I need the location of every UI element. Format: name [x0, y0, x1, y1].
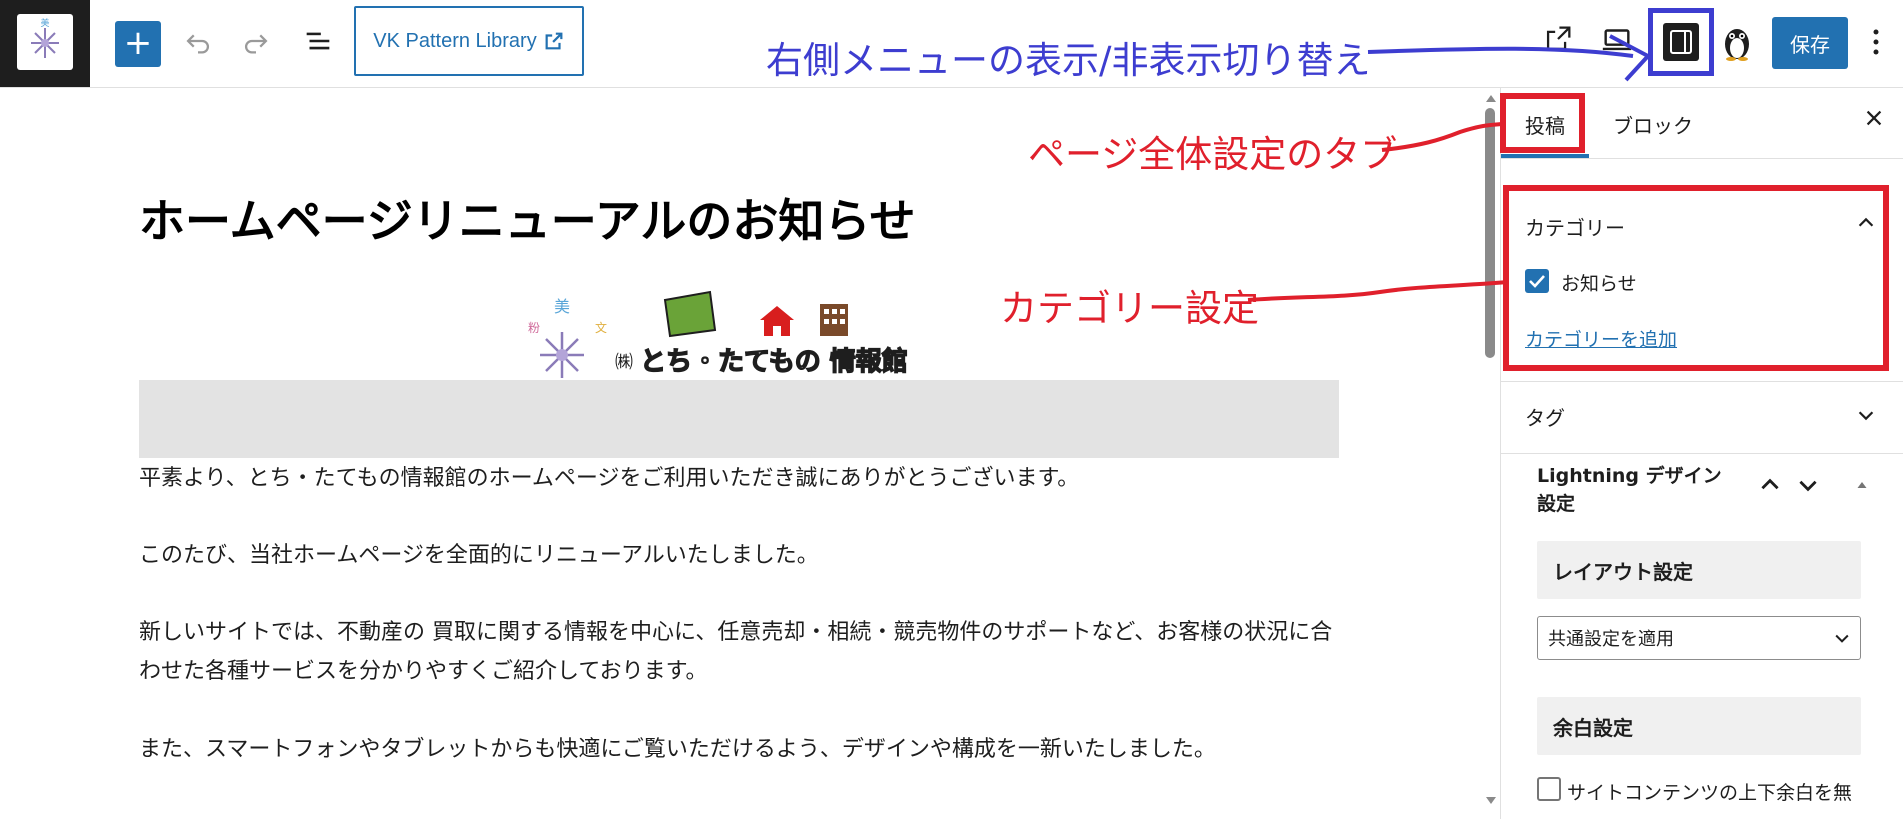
close-icon: [1866, 110, 1882, 126]
vk-pattern-library-button[interactable]: VK Pattern Library: [354, 6, 584, 76]
vertical-ellipsis-icon: [1873, 29, 1879, 55]
list-view-icon: [306, 32, 330, 50]
layout-settings-heading-text: レイアウト設定: [1553, 559, 1693, 584]
chevron-down-icon[interactable]: [1855, 404, 1877, 426]
view-post-button[interactable]: [1538, 22, 1578, 62]
category-annotation: カテゴリー設定: [1000, 287, 1259, 330]
tab-block[interactable]: ブロック: [1613, 110, 1693, 139]
empty-image-block[interactable]: [139, 380, 1339, 458]
category-highlight-box: [1503, 185, 1889, 371]
chevron-down-icon: [1835, 634, 1849, 643]
layout-select[interactable]: 共通設定を適用: [1537, 616, 1861, 660]
svg-text:美: 美: [40, 17, 49, 29]
tags-panel-title[interactable]: タグ: [1525, 402, 1565, 431]
vk-pattern-library-label: VK Pattern Library: [373, 29, 537, 52]
panel-divider: [1501, 453, 1903, 454]
move-down-icon[interactable]: [1795, 472, 1821, 498]
panel-divider: [1501, 381, 1903, 382]
undo-icon: [186, 34, 209, 54]
sidebar-toggle-button[interactable]: [1648, 8, 1714, 76]
sidebar-toggle-annotation: 右側メニューの表示/非表示切り替え: [766, 39, 1371, 82]
svg-text:美: 美: [554, 297, 570, 316]
company-logo-text: とち・たてもの 情報館: [640, 346, 908, 377]
move-up-icon[interactable]: [1757, 472, 1783, 498]
desktop-preview-icon: [1602, 29, 1632, 51]
layout-select-value: 共通設定を適用: [1548, 629, 1674, 650]
margin-disable-checkbox[interactable]: [1537, 777, 1561, 801]
post-title[interactable]: ホームページリニューアルのお知らせ: [139, 185, 915, 251]
layout-settings-heading: レイアウト設定: [1537, 541, 1861, 599]
redo-icon: [245, 34, 268, 54]
site-logo-icon: 美: [17, 14, 73, 70]
redo-button[interactable]: [236, 24, 276, 64]
paragraph-block-1[interactable]: 平素より、とち・たてもの情報館のホームページをご利用いただき誠にありがとうござい…: [139, 459, 1339, 498]
site-icon-button[interactable]: 美: [0, 0, 90, 87]
editor-scrollbar-thumb[interactable]: [1485, 108, 1495, 358]
post-tab-annotation: ページ全体設定のタブ: [1028, 133, 1398, 176]
margin-settings-heading: 余白設定: [1537, 697, 1861, 755]
options-button[interactable]: [1864, 22, 1888, 62]
active-tab-indicator: [1501, 154, 1589, 158]
undo-button[interactable]: [178, 24, 218, 64]
save-button-label: 保存: [1790, 32, 1830, 57]
collapse-triangle-icon[interactable]: [1853, 476, 1871, 494]
paragraph-block-4[interactable]: また、スマートフォンやタブレットからも快適にご覧いただけるよう、デザインや構成を…: [139, 730, 1339, 769]
list-view-button[interactable]: [298, 24, 338, 64]
add-block-button[interactable]: +: [115, 21, 161, 67]
external-link-icon: [545, 32, 563, 50]
svg-text:粉: 粉: [528, 321, 540, 335]
margin-disable-label: サイトコンテンツの上下余白を無: [1567, 782, 1853, 804]
svg-text:文: 文: [595, 320, 607, 335]
plugin-button[interactable]: [1717, 22, 1757, 62]
post-tab-highlight-box: [1500, 93, 1585, 153]
paragraph-block-3[interactable]: 新しいサイトでは、不動産の 買取に関する情報を中心に、任意売却・相続・競売物件の…: [139, 613, 1339, 691]
close-sidebar-button[interactable]: [1863, 106, 1885, 136]
svg-text:㈱: ㈱: [615, 352, 633, 373]
plus-icon: +: [123, 23, 153, 63]
lightning-design-panel-title[interactable]: Lightning デザイン 設定: [1537, 462, 1727, 518]
sidebar-toggle-icon: [1663, 23, 1699, 61]
margin-settings-heading-text: 余白設定: [1553, 715, 1633, 740]
company-logo-image[interactable]: 美 粉 文 ㈱ とち・たてもの 情報館: [510, 290, 970, 390]
external-view-icon: [1546, 26, 1571, 51]
preview-button[interactable]: [1597, 22, 1637, 62]
penguin-icon: [1725, 29, 1749, 61]
save-button[interactable]: 保存: [1772, 17, 1848, 69]
paragraph-block-2[interactable]: このたび、当社ホームページを全面的にリニューアルいたしました。: [139, 536, 1339, 575]
